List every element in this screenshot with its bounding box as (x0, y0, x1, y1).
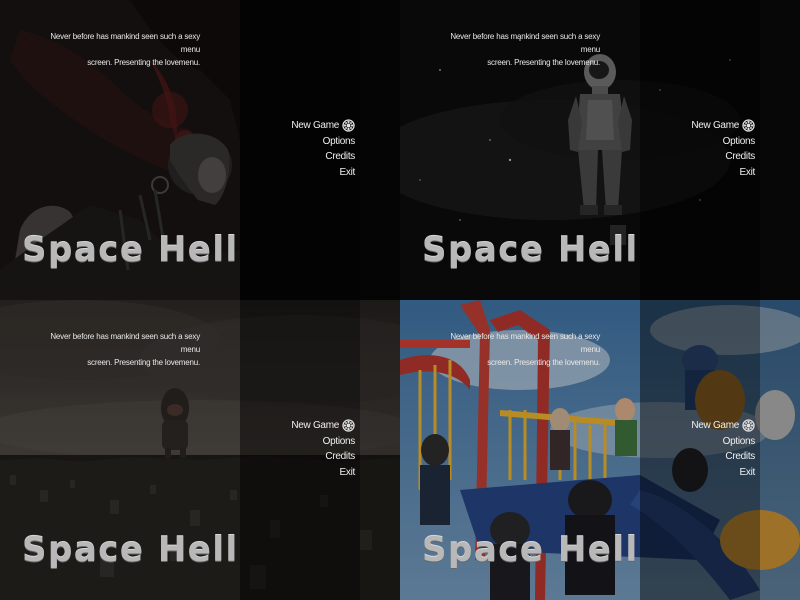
panel-angel: Never before has mankind seen such a sex… (0, 0, 400, 300)
menu-item-options[interactable]: Options (265, 134, 356, 150)
menu-item-new-game[interactable]: New Game (665, 418, 755, 434)
gear-icon (342, 119, 355, 132)
menu-item-exit[interactable]: Exit (265, 465, 356, 481)
tagline-line-2: screen. Presenting the lovemenu. (87, 358, 200, 367)
menu-item-label: New Game (291, 420, 339, 431)
tagline: Never before has mankind seen such a sex… (40, 30, 200, 69)
tagline-line-1: Never before has mankind seen such a sex… (50, 32, 200, 54)
menu-backdrop-edge (360, 300, 400, 600)
menu-screen-grid: Never before has mankind seen such a sex… (0, 0, 800, 600)
menu-item-new-game[interactable]: New Game (665, 118, 755, 134)
menu-item-options[interactable]: Options (665, 434, 756, 450)
game-title: Space Hell (22, 230, 239, 270)
menu-item-credits[interactable]: Credits (265, 449, 355, 465)
gear-icon (342, 419, 355, 432)
tagline-line-1: Never before has mankind seen such a sex… (450, 32, 600, 54)
menu-item-options[interactable]: Options (265, 434, 356, 450)
game-title: Space Hell (22, 530, 239, 570)
tagline-line-2: screen. Presenting the lovemenu. (487, 58, 600, 67)
game-title: Space Hell (422, 530, 639, 570)
menu-item-label: New Game (691, 120, 739, 131)
tagline: Never before has mankind seen such a sex… (440, 330, 600, 369)
game-title: Space Hell (422, 230, 639, 270)
menu-item-label: New Game (291, 120, 339, 131)
gear-icon (742, 419, 755, 432)
tagline: Never before has mankind seen such a sex… (440, 30, 600, 69)
menu-item-label: New Game (691, 420, 739, 431)
menu-item-credits[interactable]: Credits (665, 149, 755, 165)
tagline-line-1: Never before has mankind seen such a sex… (450, 332, 600, 354)
menu-backdrop-edge (360, 0, 400, 300)
tagline-line-2: screen. Presenting the lovemenu. (487, 358, 600, 367)
menu-item-options[interactable]: Options (665, 134, 756, 150)
menu-backdrop-edge (760, 300, 800, 600)
panel-playground: Never before has mankind seen such a sex… (400, 300, 800, 600)
menu-item-credits[interactable]: Credits (265, 149, 355, 165)
main-menu: New Game Options Credits Exit (265, 118, 355, 180)
menu-item-new-game[interactable]: New Game (265, 418, 355, 434)
main-menu: New Game Options Credits Exit (665, 118, 755, 180)
main-menu: New Game Options Credits Exit (665, 418, 755, 480)
menu-item-credits[interactable]: Credits (665, 449, 755, 465)
menu-backdrop-edge (760, 0, 800, 300)
main-menu: New Game Options Credits Exit (265, 418, 355, 480)
menu-item-new-game[interactable]: New Game (265, 118, 355, 134)
tagline-line-1: Never before has mankind seen such a sex… (50, 332, 200, 354)
menu-item-exit[interactable]: Exit (265, 165, 356, 181)
menu-item-exit[interactable]: Exit (665, 465, 756, 481)
panel-astronaut: Never before has mankind seen such a sex… (400, 0, 800, 300)
menu-item-exit[interactable]: Exit (665, 165, 756, 181)
panel-city: Never before has mankind seen such a sex… (0, 300, 400, 600)
gear-icon (742, 119, 755, 132)
tagline-line-2: screen. Presenting the lovemenu. (87, 58, 200, 67)
tagline: Never before has mankind seen such a sex… (40, 330, 200, 369)
